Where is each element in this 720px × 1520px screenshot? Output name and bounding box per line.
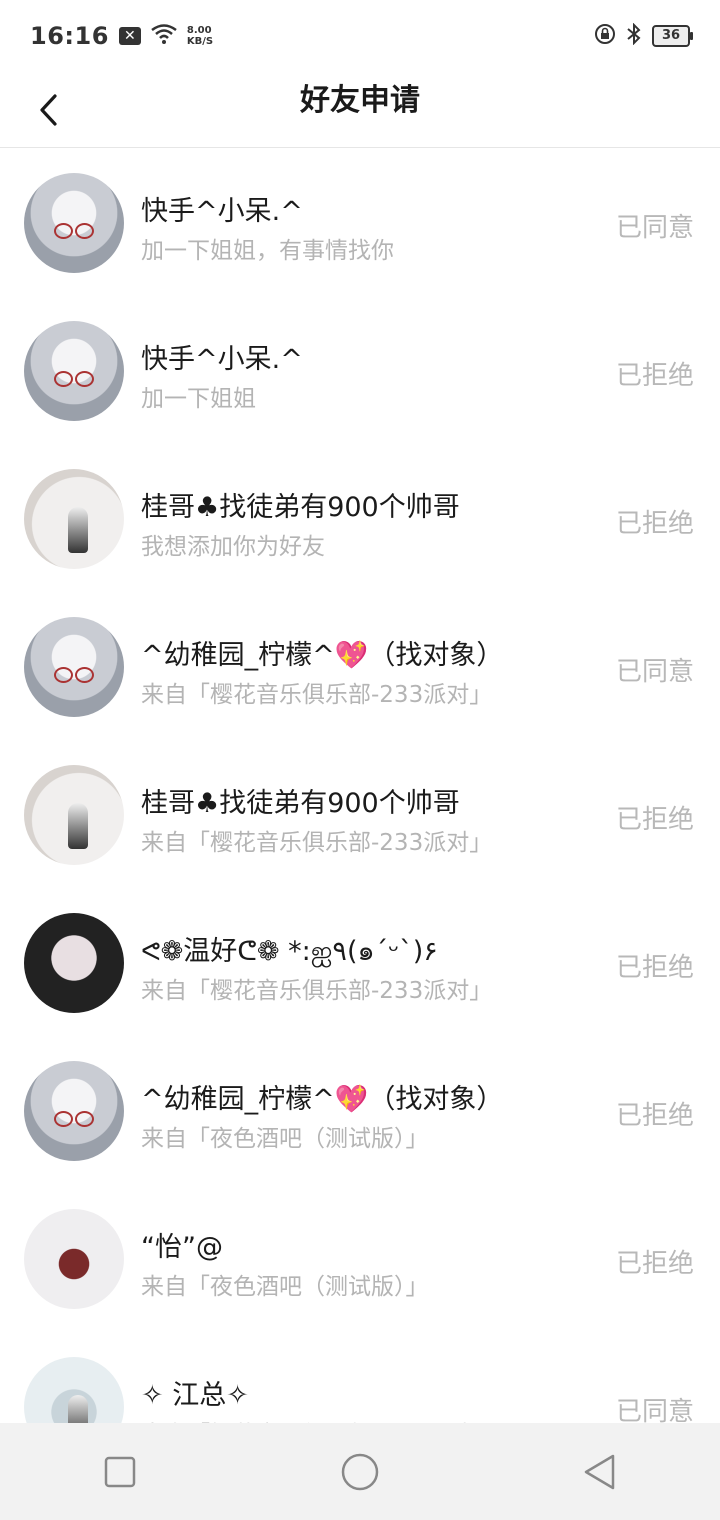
home-button[interactable] xyxy=(330,1442,390,1502)
glasses-decoration xyxy=(54,667,94,683)
friend-request-item[interactable]: 快手^小呆.^ 加一下姐姐，有事情找你 已同意 xyxy=(0,149,720,297)
bluetooth-icon xyxy=(626,22,642,49)
request-status: 已同意 xyxy=(615,1397,694,1423)
request-status: 已拒绝 xyxy=(615,509,694,539)
request-message: 来自「樱花音乐俱乐部-233派对」 xyxy=(141,978,493,1004)
request-message: 加一下姐姐 xyxy=(141,386,256,412)
avatar[interactable] xyxy=(24,1209,124,1309)
friend-request-item[interactable]: “怡”@ 来自「夜色酒吧（测试版）」 已拒绝 xyxy=(0,1185,720,1333)
glasses-decoration xyxy=(54,223,94,239)
figure-decoration xyxy=(68,1395,88,1423)
friend-request-item[interactable]: ᕙ❁温好ᕦ❁ *:ஐ٩(๑´ᵕ`)۶ 来自「樱花音乐俱乐部-233派对」 已拒绝 xyxy=(0,889,720,1037)
request-status: 已拒绝 xyxy=(615,805,694,835)
requester-name: 快手^小呆.^ xyxy=(141,196,303,227)
page-title: 好友申请 xyxy=(300,83,420,118)
network-speed-unit: KB/S xyxy=(186,36,214,47)
avatar[interactable] xyxy=(24,765,124,865)
friend-request-item[interactable]: 桂哥♣找徒弟有900个帅哥 来自「樱花音乐俱乐部-233派对」 已拒绝 xyxy=(0,741,720,889)
avatar[interactable] xyxy=(24,1357,124,1423)
requester-name: ^幼稚园_柠檬^💖（找对象） xyxy=(141,640,504,671)
avatar[interactable] xyxy=(24,173,124,273)
circle-icon xyxy=(341,1453,379,1490)
network-speed: 8.00 KB/S xyxy=(187,25,213,47)
request-message: 来自「樱花音乐俱乐部-233派对」 xyxy=(141,1415,492,1423)
request-status: 已同意 xyxy=(615,213,694,243)
figure-decoration xyxy=(68,507,88,553)
requester-name: 桂哥♣找徒弟有900个帅哥 xyxy=(141,492,460,523)
requester-name: 快手^小呆.^ xyxy=(141,344,303,375)
request-status: 已拒绝 xyxy=(615,1101,694,1131)
avatar[interactable] xyxy=(24,913,124,1013)
request-status: 已拒绝 xyxy=(615,953,694,983)
request-message: 来自「樱花音乐俱乐部-233派对」 xyxy=(141,682,493,708)
header: 好友申请 xyxy=(0,72,720,148)
wifi-icon xyxy=(151,24,177,48)
friend-request-item[interactable]: 桂哥♣找徒弟有900个帅哥 我想添加你为好友 已拒绝 xyxy=(0,445,720,593)
battery-icon: 36 xyxy=(652,25,693,47)
recent-apps-button[interactable] xyxy=(90,1442,150,1502)
request-status: 已同意 xyxy=(615,657,694,687)
request-message: 来自「夜色酒吧（测试版）」 xyxy=(141,1274,429,1300)
avatar[interactable] xyxy=(24,469,124,569)
requester-name: ^幼稚园_柠檬^💖（找对象） xyxy=(141,1084,504,1115)
friend-request-list: 快手^小呆.^ 加一下姐姐，有事情找你 已同意 快手^小呆.^ 加一下姐姐 已拒… xyxy=(0,149,720,1423)
request-message: 我想添加你为好友 xyxy=(141,534,325,560)
request-status: 已拒绝 xyxy=(615,361,694,391)
friend-request-item[interactable]: ✧ 江总✧ 来自「樱花音乐俱乐部-233派对」 已同意 xyxy=(0,1333,720,1423)
request-status: 已拒绝 xyxy=(615,1249,694,1279)
square-icon xyxy=(104,1456,136,1487)
glasses-decoration xyxy=(54,1111,94,1127)
rotation-lock-icon xyxy=(594,23,616,49)
friend-request-item[interactable]: ^幼稚园_柠檬^💖（找对象） 来自「夜色酒吧（测试版）」 已拒绝 xyxy=(0,1037,720,1185)
requester-name: ✧ 江总✧ xyxy=(141,1380,249,1411)
avatar[interactable] xyxy=(24,1061,124,1161)
clock: 16:16 xyxy=(30,22,109,50)
notification-icon: ✕ xyxy=(118,27,141,45)
avatar[interactable] xyxy=(24,617,124,717)
avatar[interactable] xyxy=(24,321,124,421)
request-message: 来自「樱花音乐俱乐部-233派对」 xyxy=(141,830,493,856)
system-back-button[interactable] xyxy=(570,1442,630,1502)
status-bar-right: 36 xyxy=(594,22,693,49)
requester-name: ᕙ❁温好ᕦ❁ *:ஐ٩(๑´ᵕ`)۶ xyxy=(141,936,438,967)
request-message: 加一下姐姐，有事情找你 xyxy=(141,238,394,264)
figure-decoration xyxy=(68,803,88,849)
requester-name: “怡”@ xyxy=(141,1232,223,1263)
system-navigation-bar xyxy=(0,1423,720,1520)
glasses-decoration xyxy=(54,371,94,387)
network-speed-value: 8.00 xyxy=(186,25,212,36)
request-message: 来自「夜色酒吧（测试版）」 xyxy=(141,1126,429,1152)
status-bar: 16:16 ✕ 8.00 KB/S 36 xyxy=(0,0,720,72)
friend-request-item[interactable]: ^幼稚园_柠檬^💖（找对象） 来自「樱花音乐俱乐部-233派对」 已同意 xyxy=(0,593,720,741)
status-bar-left: 16:16 ✕ 8.00 KB/S xyxy=(30,22,213,50)
requester-name: 桂哥♣找徒弟有900个帅哥 xyxy=(141,788,460,819)
friend-request-item[interactable]: 快手^小呆.^ 加一下姐姐 已拒绝 xyxy=(0,297,720,445)
triangle-back-icon xyxy=(584,1454,615,1489)
